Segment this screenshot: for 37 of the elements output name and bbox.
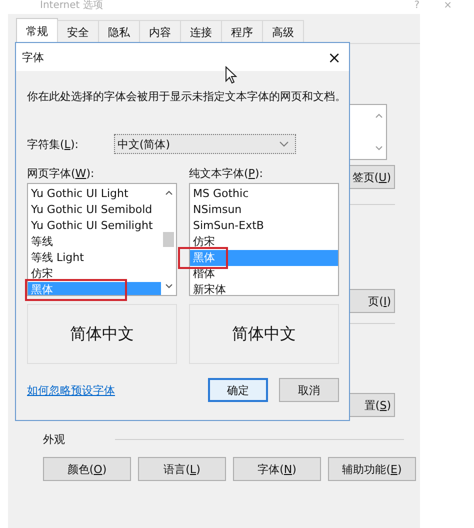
- field-label: 纯文本字体(P):: [189, 166, 264, 182]
- window-title: Internet 选项: [40, 0, 104, 11]
- appearance-button[interactable]: 颜色(O): [43, 457, 131, 481]
- dialog-button[interactable]: 取消: [279, 378, 339, 402]
- section-title: 外观: [43, 432, 65, 447]
- list-item[interactable]: Yu Gothic UI Semibold: [28, 202, 161, 218]
- list-item[interactable]: MS Gothic: [190, 186, 338, 202]
- scroll-thumb[interactable]: [163, 232, 174, 247]
- preview-text: 简体中文: [232, 324, 296, 344]
- list-item[interactable]: 新宋体: [190, 282, 338, 295]
- scroll-down-icon[interactable]: [164, 284, 172, 289]
- appearance-button[interactable]: 语言(L): [138, 457, 226, 481]
- preview-text: 简体中文: [70, 324, 134, 344]
- list-item[interactable]: 仿宋: [190, 234, 338, 250]
- tab[interactable]: 高级: [262, 20, 304, 43]
- tab[interactable]: 常规: [16, 18, 58, 43]
- help-link[interactable]: 如何忽略预设字体: [27, 382, 115, 398]
- charset-dropdown[interactable]: 中文(简体): [114, 134, 296, 154]
- scroll-up-icon[interactable]: [164, 190, 172, 195]
- field-label: 网页字体(W):: [27, 166, 96, 182]
- list-item[interactable]: Yu Gothic UI Semilight: [28, 218, 161, 234]
- list-item[interactable]: SimSun-ExtB: [190, 218, 338, 234]
- list-item[interactable]: 等线 Light: [28, 250, 161, 266]
- caret-icon: [279, 141, 290, 147]
- list-item[interactable]: Yu Gothic UI Light: [28, 186, 161, 202]
- dialog-button[interactable]: 确定: [208, 378, 268, 402]
- font-list[interactable]: Yu Gothic UI Light Yu Gothic UI Semibold Yu Gothic UI Semilight 等线 等线 Light 仿宋 黑体: [27, 183, 177, 296]
- tab[interactable]: 安全: [57, 20, 99, 43]
- field-label: 字符集(L):: [27, 136, 78, 152]
- appearance-button[interactable]: 辅助功能(E): [328, 457, 416, 481]
- close-button[interactable]: ×: [328, 48, 341, 66]
- list-item[interactable]: NSimsun: [190, 202, 338, 218]
- list-item[interactable]: 等线: [28, 234, 161, 250]
- dialog-title: 字体: [22, 50, 44, 64]
- list-item[interactable]: 仿宋: [28, 266, 161, 282]
- appearance-button[interactable]: 字体(N): [233, 457, 321, 481]
- description-text: 你在此处选择的字体会被用于显示未指定文本字体的网页和文档。: [27, 89, 339, 104]
